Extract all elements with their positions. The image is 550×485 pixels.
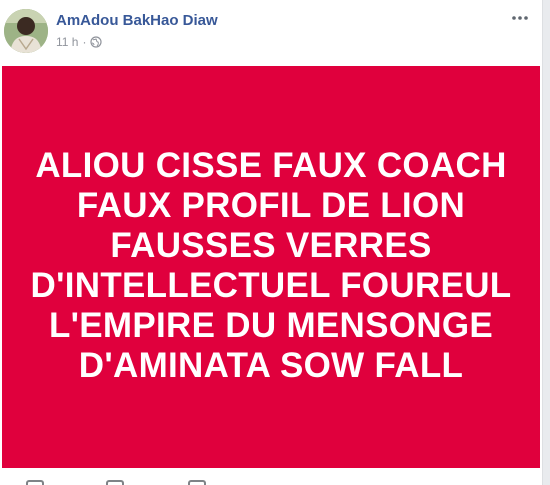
- post-message-line: L'EMPIRE DU MENSONGE: [48, 306, 494, 345]
- author-name[interactable]: AmAdou BakHao Diaw: [56, 12, 218, 29]
- post-message-line: FAUSSES VERRES: [110, 226, 432, 265]
- post-message-line: D'INTELLECTUEL FOUREUL: [30, 266, 512, 305]
- post-message-line: FAUX PROFIL DE LION: [76, 186, 466, 225]
- post-header: AmAdou BakHao Diaw 11 h ·: [0, 0, 542, 66]
- post-message-line: ALIOU CISSE FAUX COACH: [35, 146, 507, 185]
- post-card: AmAdou BakHao Diaw 11 h · ALIOU CISSE FA…: [0, 0, 543, 485]
- post-actions-bar: [0, 468, 542, 485]
- post-timestamp[interactable]: 11 h: [56, 35, 78, 49]
- author-avatar[interactable]: [4, 9, 48, 53]
- post-message: ALIOU CISSE FAUX COACH FAUX PROFIL DE LI…: [21, 146, 522, 386]
- text-background-post: ALIOU CISSE FAUX COACH FAUX PROFIL DE LI…: [2, 66, 540, 468]
- more-options-icon[interactable]: [509, 8, 531, 28]
- meta-separator: ·: [82, 35, 87, 49]
- post-message-line: D'AMINATA SOW FALL: [78, 346, 464, 385]
- comment-icon[interactable]: [106, 480, 124, 485]
- post-meta: 11 h ·: [56, 35, 103, 49]
- globe-icon[interactable]: [90, 36, 103, 48]
- like-icon[interactable]: [26, 480, 44, 485]
- share-icon[interactable]: [188, 480, 206, 485]
- avatar-image: [4, 9, 48, 53]
